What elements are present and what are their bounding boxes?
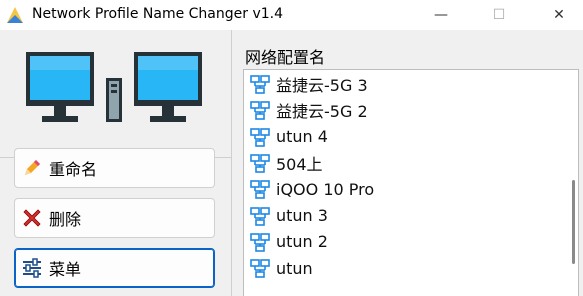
network-icon (250, 232, 270, 252)
pencil-icon (21, 157, 43, 179)
minimize-button[interactable]: — (418, 0, 464, 30)
close-button[interactable]: ✕ (536, 0, 582, 30)
red-x-icon (21, 207, 43, 229)
profile-list-item[interactable]: utun 2 (250, 230, 328, 254)
minimize-icon: — (434, 7, 448, 23)
window-title: Network Profile Name Changer v1.4 (32, 6, 283, 22)
profile-list-item[interactable]: 504上 (250, 151, 323, 175)
delete-button[interactable]: 删除 (14, 198, 215, 238)
profile-name: utun 4 (276, 127, 328, 147)
network-icon (250, 179, 270, 199)
profile-list-item[interactable]: utun (250, 256, 313, 280)
network-icon (250, 258, 270, 278)
network-icon (250, 127, 270, 147)
maximize-icon: ☐ (492, 7, 506, 23)
sliders-icon (21, 257, 43, 279)
close-icon: ✕ (553, 7, 565, 23)
network-icon (250, 153, 270, 173)
rename-button[interactable]: 重命名 (14, 148, 215, 188)
profile-listbox[interactable]: 益捷云-5G 3 益捷云-5G 2 utun 4 504上 iQOO 10 Pro utu… (243, 69, 579, 296)
network-icon (250, 100, 270, 121)
profile-list-item[interactable]: utun 3 (250, 204, 328, 228)
profile-name: utun (276, 258, 313, 278)
vertical-separator (231, 30, 232, 296)
network-icon (250, 74, 270, 94)
profile-name: 504上 (276, 154, 323, 174)
profile-name: 益捷云-5G 2 (276, 102, 368, 122)
app-icon (7, 7, 23, 23)
maximize-button[interactable]: ☐ (476, 0, 522, 30)
computers-illustration (26, 52, 202, 122)
profile-name: utun 3 (276, 206, 328, 225)
menu-label: 菜单 (49, 260, 82, 279)
profile-list-item[interactable]: iQOO 10 Pro (250, 177, 374, 201)
delete-label: 删除 (49, 210, 82, 229)
left-panel: 重命名 删除 菜单 (0, 30, 231, 296)
profile-list-item[interactable]: utun 4 (250, 125, 328, 149)
title-bar: Network Profile Name Changer v1.4 — ☐ ✕ (0, 0, 583, 30)
profile-name: utun 2 (276, 232, 328, 252)
profile-name: 益捷云-5G 3 (276, 76, 368, 95)
network-icon (250, 206, 270, 226)
profile-name: iQOO 10 Pro (276, 179, 375, 199)
menu-button[interactable]: 菜单 (14, 248, 215, 288)
profile-list-item[interactable]: 益捷云-5G 2 (250, 98, 368, 122)
listbox-scrollbar[interactable] (572, 180, 575, 264)
profile-list-item[interactable]: 益捷云-5G 3 (250, 72, 368, 96)
rename-label: 重命名 (49, 160, 98, 179)
profiles-group-label: 网络配置名 (245, 48, 326, 67)
